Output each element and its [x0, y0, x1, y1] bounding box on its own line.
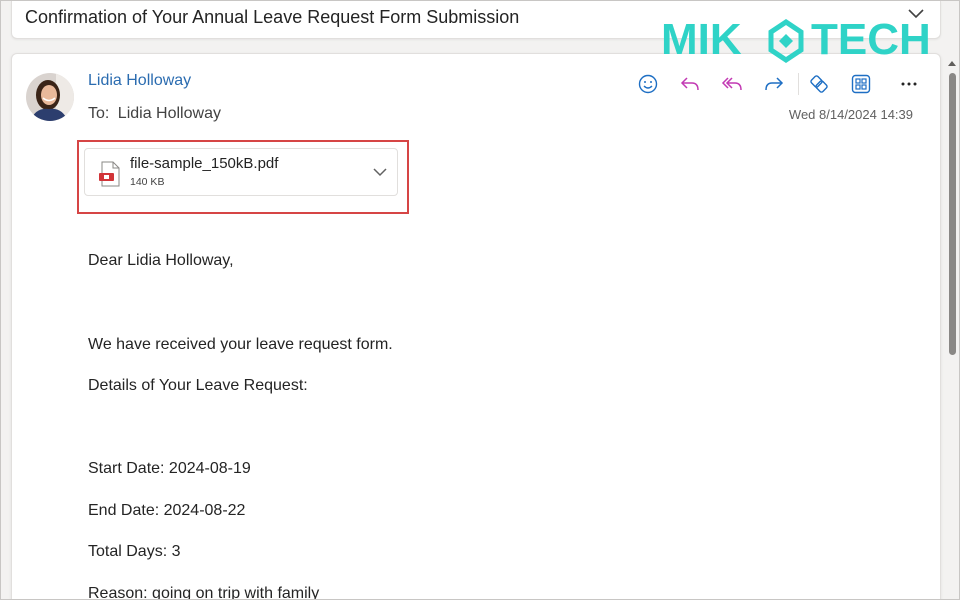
- body-line: We have received your leave request form…: [88, 336, 393, 353]
- scrollbar[interactable]: [945, 53, 959, 599]
- more-icon: [901, 82, 917, 86]
- loop-button[interactable]: [805, 70, 833, 98]
- divider: [798, 73, 799, 95]
- total-days: Total Days: 3: [88, 543, 181, 560]
- react-icon: [638, 74, 658, 94]
- body-line: Details of Your Leave Request:: [88, 377, 308, 394]
- more-button[interactable]: [895, 70, 923, 98]
- to-label: To:: [88, 105, 110, 122]
- forward-icon: [765, 77, 784, 91]
- email-subject: Confirmation of Your Annual Leave Reques…: [25, 7, 520, 27]
- reply-button[interactable]: [676, 70, 704, 98]
- pdf-file-icon: [99, 161, 120, 187]
- forward-button[interactable]: [760, 70, 788, 98]
- react-button[interactable]: [634, 70, 662, 98]
- message-card: Lidia Holloway To: Lidia Holloway Wed 8/…: [11, 53, 941, 600]
- apps-icon: [851, 74, 871, 94]
- scroll-up-icon[interactable]: [948, 59, 956, 67]
- avatar[interactable]: [26, 73, 74, 121]
- sender-name[interactable]: Lidia Holloway: [88, 72, 191, 90]
- logo-text-right: TECH: [811, 15, 931, 64]
- recipient-name[interactable]: Lidia Holloway: [118, 105, 221, 122]
- reply-icon: [680, 77, 699, 91]
- scroll-thumb[interactable]: [949, 73, 956, 355]
- body-greeting: Dear Lidia Holloway,: [88, 252, 234, 269]
- app-frame: Confirmation of Your Annual Leave Reques…: [0, 0, 960, 600]
- loop-icon: [810, 75, 828, 93]
- end-date: End Date: 2024-08-22: [88, 502, 246, 519]
- attachment-size: 140 KB: [130, 176, 165, 188]
- mikotech-logo: MIK TECH: [661, 15, 931, 64]
- apps-button[interactable]: [847, 70, 875, 98]
- leave-reason: Reason: going on trip with family: [88, 585, 320, 600]
- reply-all-icon: [721, 77, 742, 91]
- reply-all-button[interactable]: [718, 70, 746, 98]
- avatar-image: [26, 73, 74, 121]
- attachment-card[interactable]: file-sample_150kB.pdf 140 KB: [84, 148, 398, 196]
- logo-text-left: MIK: [661, 15, 742, 64]
- logo-mark: [768, 18, 804, 64]
- recipient-line: To: Lidia Holloway: [88, 105, 225, 123]
- start-date: Start Date: 2024-08-19: [88, 460, 251, 477]
- chevron-down-icon[interactable]: [371, 163, 389, 181]
- sent-date: Wed 8/14/2024 14:39: [788, 107, 913, 122]
- attachment-filename: file-sample_150kB.pdf: [130, 155, 279, 172]
- message-actions: [634, 70, 923, 98]
